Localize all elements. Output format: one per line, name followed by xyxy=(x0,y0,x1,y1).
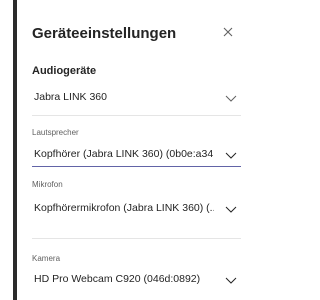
speaker-dropdown[interactable]: Kopfhörer (Jabra LINK 360) (0b0e:a34... xyxy=(32,143,241,167)
chevron-down-icon xyxy=(225,95,237,102)
speaker-label: Lautsprecher xyxy=(32,128,79,137)
close-button[interactable] xyxy=(218,22,238,42)
microphone-value: Kopfhörermikrofon (Jabra LINK 360) (... xyxy=(34,202,214,214)
camera-dropdown[interactable]: HD Pro Webcam C920 (046d:0892) xyxy=(32,268,241,292)
device-settings-panel: Geräteeinstellungen Audiogeräte Jabra LI… xyxy=(0,0,257,300)
divider xyxy=(32,238,241,239)
dialog-title: Geräteeinstellungen xyxy=(32,25,177,42)
microphone-dropdown[interactable]: Kopfhörermikrofon (Jabra LINK 360) (... xyxy=(32,197,241,221)
microphone-label: Mikrofon xyxy=(32,180,63,189)
chevron-down-icon xyxy=(225,277,237,284)
divider xyxy=(32,115,241,116)
speaker-value: Kopfhörer (Jabra LINK 360) (0b0e:a34... xyxy=(34,148,214,160)
chevron-down-icon xyxy=(225,206,237,213)
audio-device-dropdown[interactable]: Jabra LINK 360 xyxy=(32,86,241,110)
panel-left-border xyxy=(13,0,17,300)
chevron-down-icon xyxy=(225,152,237,159)
audio-devices-heading: Audiogeräte xyxy=(32,65,97,77)
camera-label: Kamera xyxy=(32,254,61,263)
audio-device-value: Jabra LINK 360 xyxy=(34,91,107,103)
close-icon xyxy=(223,27,233,37)
camera-value: HD Pro Webcam C920 (046d:0892) xyxy=(34,273,201,285)
